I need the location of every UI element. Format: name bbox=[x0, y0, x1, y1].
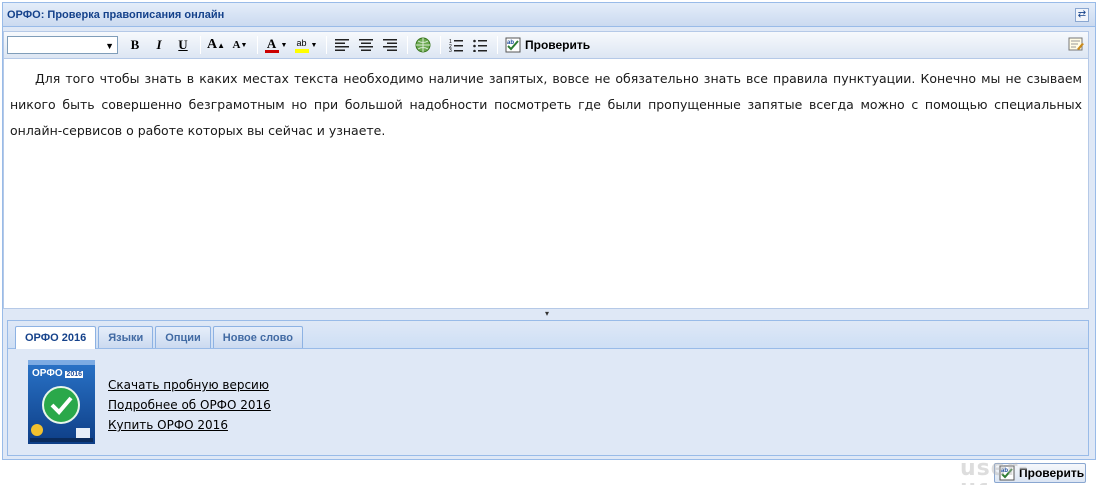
toolbar-separator bbox=[326, 36, 327, 54]
toolbar-separator bbox=[257, 36, 258, 54]
panel-header: ОРФО: Проверка правописания онлайн ⇄ bbox=[3, 3, 1095, 27]
grow-font-button[interactable]: A ▲ bbox=[205, 35, 227, 55]
toolbar-separator bbox=[407, 36, 408, 54]
align-center-icon bbox=[359, 39, 373, 51]
tab-languages[interactable]: Языки bbox=[98, 326, 154, 348]
tab-options[interactable]: Опции bbox=[155, 326, 211, 348]
editor-text[interactable]: Для того чтобы знать в каких местах текс… bbox=[10, 66, 1082, 144]
globe-icon bbox=[415, 37, 431, 53]
info-tabpanel: ОРФО 2016 Языки Опции Новое слово ОРФО 2… bbox=[7, 320, 1089, 456]
numbered-list-icon: 123 bbox=[449, 39, 463, 52]
resize-handle[interactable]: ▾ bbox=[530, 310, 564, 318]
chevron-down-icon: ▼ bbox=[105, 41, 114, 51]
product-links: Скачать пробную версию Подробнее об ОРФО… bbox=[108, 375, 271, 435]
svg-text:3: 3 bbox=[449, 48, 452, 52]
panel-title: ОРФО: Проверка правописания онлайн bbox=[7, 8, 225, 21]
align-left-button[interactable] bbox=[331, 35, 353, 55]
align-center-button[interactable] bbox=[355, 35, 377, 55]
align-right-icon bbox=[383, 39, 397, 51]
shrink-font-button[interactable]: A ▼ bbox=[229, 35, 251, 55]
editor-toolbar: ▼ B I U A ▲ A ▼ A ▼ ab ▼ 123 ab Проверит… bbox=[3, 31, 1089, 58]
toolbar-separator bbox=[440, 36, 441, 54]
buy-link[interactable]: Купить ОРФО 2016 bbox=[108, 415, 271, 435]
font-select[interactable]: ▼ bbox=[7, 36, 118, 54]
bold-button[interactable]: B bbox=[124, 35, 146, 55]
highlight-color-button[interactable]: ab ▼ bbox=[292, 35, 320, 55]
product-box-title: ОРФО bbox=[32, 368, 63, 379]
font-color-button[interactable]: A ▼ bbox=[262, 35, 290, 55]
tab-strip: ОРФО 2016 Языки Опции Новое слово bbox=[8, 321, 1088, 349]
spellcheck-icon: ab bbox=[505, 37, 521, 53]
more-info-link[interactable]: Подробнее об ОРФО 2016 bbox=[108, 395, 271, 415]
watermark: user-life.com bbox=[960, 456, 1066, 485]
product-box-caption: ОРФО 2016 bbox=[32, 368, 83, 379]
toolbar-separator bbox=[200, 36, 201, 54]
toolbar-separator bbox=[497, 36, 498, 54]
check-button[interactable]: ab Проверить bbox=[502, 35, 593, 55]
refresh-icon[interactable]: ⇄ bbox=[1075, 8, 1089, 22]
insert-link-button[interactable] bbox=[412, 35, 434, 55]
tab-body: ОРФО 2016 Скачать пробную версию Подробн… bbox=[8, 349, 1088, 455]
tab-orfo-2016[interactable]: ОРФО 2016 bbox=[15, 326, 97, 349]
highlight-swatch bbox=[294, 48, 309, 53]
svg-text:ab: ab bbox=[507, 40, 514, 46]
underline-button[interactable]: U bbox=[172, 35, 194, 55]
product-box-year: 2016 bbox=[65, 371, 83, 378]
tab-new-word[interactable]: Новое слово bbox=[212, 326, 303, 348]
download-trial-link[interactable]: Скачать пробную версию bbox=[108, 375, 271, 395]
edit-source-icon[interactable] bbox=[1068, 36, 1084, 52]
numbered-list-button[interactable]: 123 bbox=[445, 35, 467, 55]
italic-button[interactable]: I bbox=[148, 35, 170, 55]
bullet-list-icon bbox=[473, 39, 487, 52]
text-editor[interactable]: Для того чтобы знать в каких местах текс… bbox=[3, 58, 1089, 309]
align-left-icon bbox=[335, 39, 349, 51]
check-button-label: Проверить bbox=[525, 38, 591, 52]
bullet-list-button[interactable] bbox=[469, 35, 491, 55]
align-right-button[interactable] bbox=[379, 35, 401, 55]
